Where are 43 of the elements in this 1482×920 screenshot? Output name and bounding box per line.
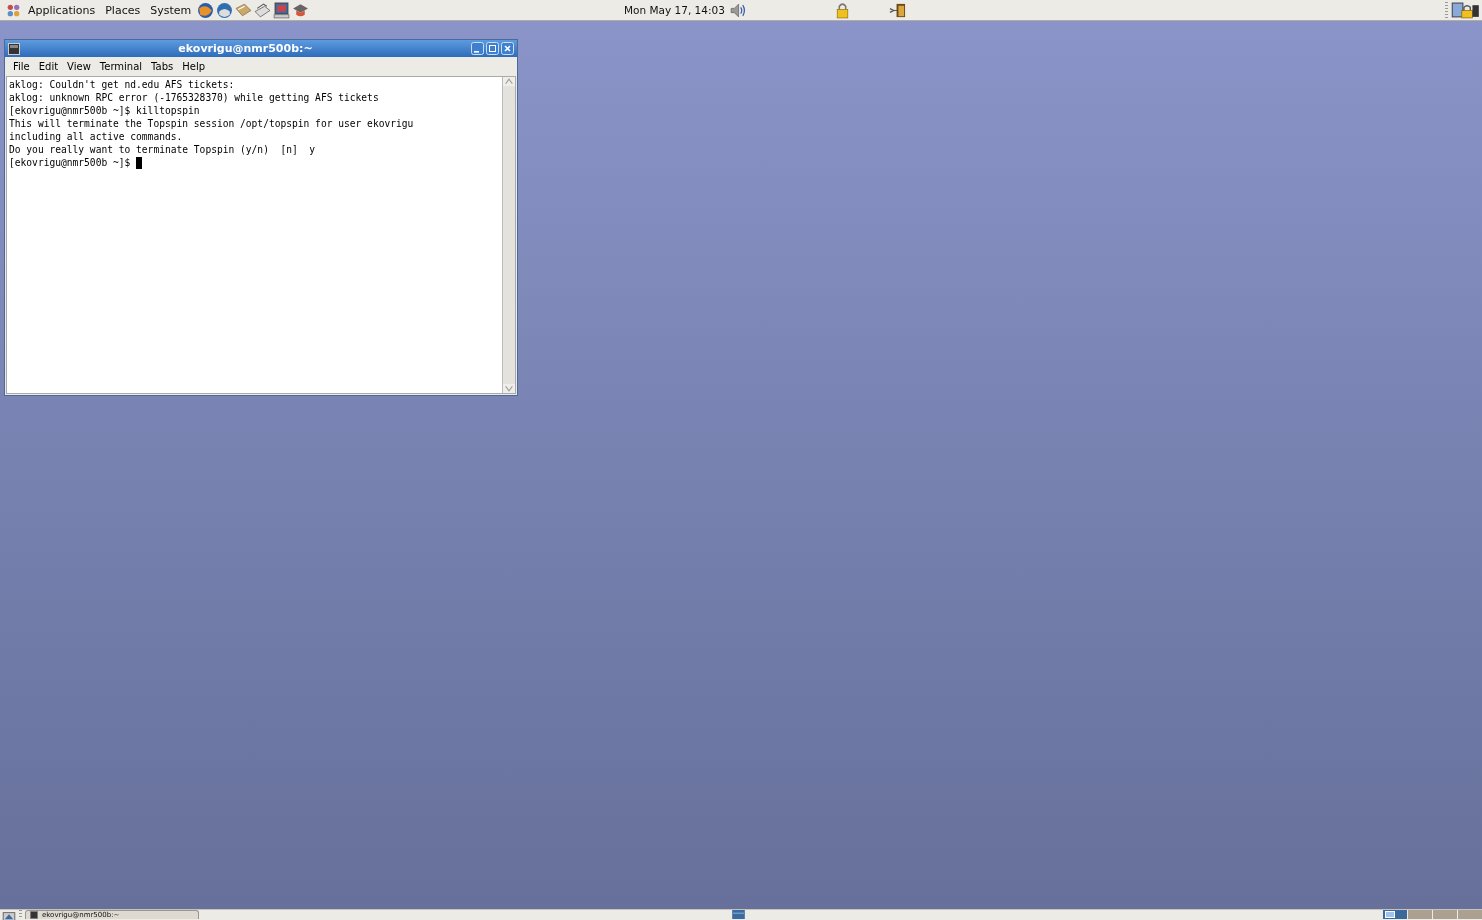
speaker-icon[interactable] <box>728 1 746 19</box>
envelope-icon[interactable] <box>235 1 253 19</box>
mortarboard-icon[interactable] <box>292 1 310 19</box>
menu-item[interactable]: Edit <box>34 61 63 72</box>
minimize-button[interactable] <box>471 42 484 55</box>
menu-item[interactable]: View <box>63 61 95 72</box>
monitor-icon[interactable] <box>273 1 291 19</box>
clock[interactable]: Mon May 17, 14:03 <box>624 4 725 16</box>
door-exit-icon[interactable] <box>888 1 906 19</box>
keyring-padlock-icon[interactable] <box>1450 1 1480 19</box>
panel-menu[interactable]: System <box>146 3 196 17</box>
panel-menu[interactable]: Places <box>101 3 145 17</box>
scroll-up-icon[interactable] <box>503 77 515 86</box>
workspace-switcher-cell[interactable] <box>1433 910 1457 919</box>
terminal-line: including all active commands. <box>9 130 183 143</box>
globe-icon[interactable] <box>197 1 215 19</box>
terminal-line: [ekovrigu@nmr500b ~]$ <box>9 156 132 169</box>
terminal-line: Do you really want to terminate Topspin (y/n) [n] y <box>9 143 316 156</box>
window-title: ekovrigu@nmr500b:~ <box>177 42 314 55</box>
terminal-icon[interactable] <box>8 42 20 55</box>
workspace-switcher-cell[interactable] <box>1458 910 1482 919</box>
scroll-down-icon[interactable] <box>503 384 515 393</box>
notification-icon[interactable] <box>731 910 745 919</box>
terminal-line: aklog: unknown RPC error (-1765328370) while getting AFS tickets <box>9 91 379 104</box>
scroll-bar[interactable] <box>502 77 515 393</box>
panel-handle[interactable] <box>19 910 22 919</box>
maximize-button[interactable] <box>486 42 499 55</box>
workspace-switcher-cell[interactable] <box>1383 910 1407 919</box>
terminal-line: aklog: Couldn't get nd.edu AFS tickets: <box>9 78 235 91</box>
menu-item[interactable]: Tabs <box>147 61 178 72</box>
desktop-icon[interactable] <box>1 911 17 920</box>
terminal-icon <box>30 911 38 919</box>
menu-item[interactable]: Help <box>178 61 210 72</box>
panel-menu[interactable]: Applications <box>24 3 100 17</box>
panel-handle[interactable] <box>1445 1 1448 19</box>
terminal-line: This will terminate the Topspin session /opt/topspin for user ekovrigu <box>9 117 414 130</box>
mini-window <box>1385 911 1395 918</box>
menu-item[interactable]: Terminal <box>95 61 147 72</box>
workspace-switcher-cell[interactable] <box>1408 910 1432 919</box>
globe-icon[interactable] <box>216 1 234 19</box>
terminal-line: [ekovrigu@nmr500b ~]$ killtopspin <box>9 104 200 117</box>
close-button[interactable] <box>501 42 514 55</box>
menu-item[interactable]: File <box>9 61 34 72</box>
